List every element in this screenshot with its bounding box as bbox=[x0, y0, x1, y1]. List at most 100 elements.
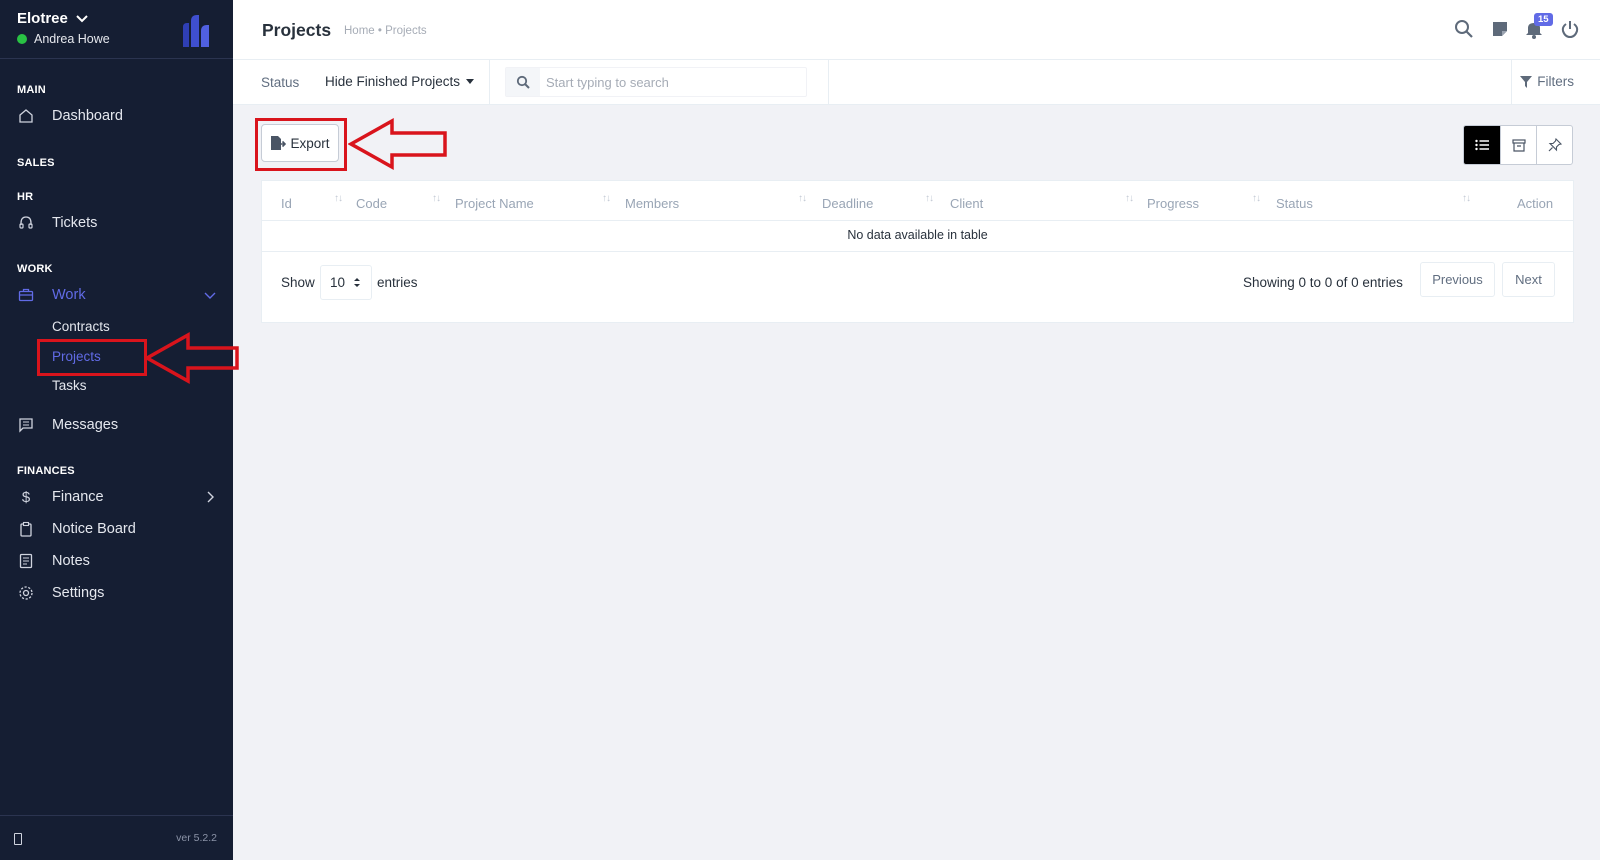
company-switcher[interactable]: Elotree bbox=[17, 10, 88, 27]
column-header-id[interactable]: Id bbox=[281, 196, 292, 211]
status-filter-select[interactable]: Hide Finished Projects bbox=[325, 74, 475, 89]
chevron-down-icon bbox=[76, 14, 88, 22]
sidebar: Elotree Andrea Howe MAIN Dashboard SALES… bbox=[0, 0, 233, 860]
sort-icon[interactable]: ↑↓ bbox=[1125, 193, 1134, 204]
divider bbox=[828, 60, 829, 105]
archive-view-button[interactable] bbox=[1500, 126, 1536, 164]
table-info: Showing 0 to 0 of 0 entries bbox=[1243, 275, 1403, 290]
sidebar-item-finance[interactable]: $ Finance bbox=[0, 483, 233, 511]
filters-button[interactable]: Filters bbox=[1520, 74, 1574, 89]
filter-icon bbox=[1520, 75, 1533, 88]
column-header-progress[interactable]: Progress bbox=[1147, 196, 1199, 211]
sidebar-item-label: Notes bbox=[52, 553, 90, 569]
sort-caret-icon bbox=[354, 278, 361, 287]
app-version: ver 5.2.2 bbox=[176, 832, 217, 844]
annotation-box-projects bbox=[37, 339, 147, 376]
power-icon[interactable] bbox=[1560, 19, 1580, 39]
next-page-button[interactable]: Next bbox=[1502, 262, 1555, 297]
top-header: Projects Home • Projects 15 bbox=[233, 0, 1600, 60]
section-sales: SALES bbox=[17, 157, 55, 169]
sidebar-item-label: Dashboard bbox=[52, 108, 123, 124]
search-icon[interactable] bbox=[1454, 19, 1474, 39]
section-hr: HR bbox=[17, 191, 34, 203]
sort-icon[interactable]: ↑↓ bbox=[925, 193, 934, 204]
previous-page-button[interactable]: Previous bbox=[1420, 262, 1495, 297]
gear-icon bbox=[17, 584, 35, 602]
filters-label: Filters bbox=[1537, 74, 1574, 89]
sidebar-item-notice-board[interactable]: Notice Board bbox=[0, 515, 233, 543]
view-toggle-group bbox=[1463, 125, 1573, 165]
list-view-icon bbox=[1475, 139, 1489, 151]
section-finances: FINANCES bbox=[17, 465, 75, 477]
company-name: Elotree bbox=[17, 10, 68, 27]
sidebar-item-dashboard[interactable]: Dashboard bbox=[0, 102, 233, 130]
status-filter-value: Hide Finished Projects bbox=[325, 74, 461, 89]
column-header-deadline[interactable]: Deadline bbox=[822, 196, 873, 211]
sidebar-footer: ver 5.2.2 bbox=[0, 815, 233, 860]
annotation-box-export bbox=[255, 118, 347, 171]
sidebar-item-label: Work bbox=[52, 287, 86, 303]
search-icon bbox=[506, 68, 540, 96]
column-header-code[interactable]: Code bbox=[356, 196, 387, 211]
briefcase-icon bbox=[17, 286, 35, 304]
headset-icon bbox=[17, 214, 35, 232]
chevron-right-icon bbox=[207, 491, 214, 503]
user-name: Andrea Howe bbox=[34, 32, 110, 46]
annotation-arrow-export bbox=[348, 118, 447, 170]
divider bbox=[1511, 60, 1512, 105]
sidebar-item-work[interactable]: Work bbox=[0, 281, 233, 309]
sort-icon[interactable]: ↑↓ bbox=[432, 193, 441, 204]
current-user[interactable]: Andrea Howe bbox=[17, 32, 110, 46]
sidebar-item-messages[interactable]: Messages bbox=[0, 411, 233, 439]
sidebar-item-contracts[interactable]: Contracts bbox=[52, 319, 110, 334]
breadcrumb[interactable]: Home • Projects bbox=[344, 25, 427, 37]
home-icon bbox=[17, 107, 35, 125]
annotation-arrow-projects bbox=[144, 332, 239, 384]
sidebar-item-label: Tickets bbox=[52, 215, 98, 231]
sort-icon[interactable]: ↑↓ bbox=[1252, 193, 1261, 204]
pinned-view-button[interactable] bbox=[1536, 126, 1572, 164]
sticky-note-icon[interactable] bbox=[1490, 19, 1510, 39]
chevron-down-icon bbox=[204, 292, 216, 299]
search-input[interactable] bbox=[540, 74, 800, 90]
sidebar-item-label: Messages bbox=[52, 417, 119, 433]
filter-bar: Status Hide Finished Projects Filters bbox=[233, 60, 1600, 105]
page-title: Projects bbox=[262, 20, 332, 40]
entries-label: entries bbox=[377, 275, 418, 290]
collapse-sidebar-icon[interactable] bbox=[14, 833, 22, 845]
clipboard-icon bbox=[17, 520, 35, 538]
sidebar-item-tasks[interactable]: Tasks bbox=[52, 378, 87, 393]
column-header-action: Action bbox=[1517, 196, 1554, 211]
logo-icon bbox=[183, 15, 209, 47]
sort-icon[interactable]: ↑↓ bbox=[602, 193, 611, 204]
empty-table-message: No data available in table bbox=[847, 228, 988, 242]
page-size-select[interactable]: 10 bbox=[320, 265, 372, 300]
column-header-client[interactable]: Client bbox=[950, 196, 983, 211]
sidebar-item-label: Finance bbox=[52, 489, 104, 505]
column-header-project-name[interactable]: Project Name bbox=[455, 196, 534, 211]
sort-icon[interactable]: ↑↓ bbox=[334, 193, 343, 204]
sidebar-item-tickets[interactable]: Tickets bbox=[0, 209, 233, 237]
divider bbox=[489, 60, 490, 105]
section-work: WORK bbox=[17, 263, 53, 275]
divider bbox=[262, 220, 1573, 221]
brand-area: Elotree Andrea Howe bbox=[0, 0, 233, 59]
list-view-button[interactable] bbox=[1464, 126, 1500, 164]
notification-count-badge: 15 bbox=[1534, 13, 1553, 26]
sidebar-item-label: Notice Board bbox=[52, 521, 136, 537]
column-header-members[interactable]: Members bbox=[625, 196, 679, 211]
section-main: MAIN bbox=[17, 84, 46, 96]
archive-icon bbox=[1511, 138, 1526, 152]
search-box[interactable] bbox=[505, 67, 807, 97]
projects-table: Id ↑↓ Code ↑↓ Project Name ↑↓ Members ↑↓… bbox=[261, 180, 1574, 323]
pin-icon bbox=[1548, 138, 1562, 152]
sidebar-item-notes[interactable]: Notes bbox=[0, 547, 233, 575]
caret-down-icon bbox=[466, 79, 475, 84]
sidebar-item-settings[interactable]: Settings bbox=[0, 579, 233, 607]
sort-icon[interactable]: ↑↓ bbox=[1462, 193, 1471, 204]
sort-icon[interactable]: ↑↓ bbox=[798, 193, 807, 204]
notes-icon bbox=[17, 552, 35, 570]
online-status-icon bbox=[17, 34, 27, 44]
column-header-status[interactable]: Status bbox=[1276, 196, 1313, 211]
divider bbox=[262, 251, 1573, 252]
